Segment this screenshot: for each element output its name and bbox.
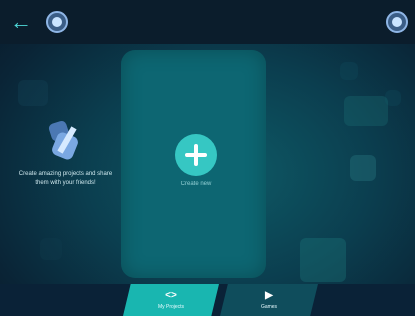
bg-tile [40,238,62,260]
play-icon: ▶ [265,289,273,301]
add-project-label: Create new [180,181,212,187]
promo-text: Create amazing projects and share them w… [18,171,113,186]
bg-tile [340,62,358,80]
add-project-plus-icon[interactable] [175,134,217,176]
bg-tile [344,96,388,126]
code-icon: <> [165,289,177,301]
tab-label: Games [260,303,278,310]
tab-my-projects[interactable]: <> My Projects [123,284,219,316]
profile-avatar-icon[interactable] [386,11,408,33]
bg-tile [350,155,376,181]
tab-label: My Projects [157,303,185,310]
back-arrow-icon[interactable]: ← [10,11,32,33]
user-avatar-icon[interactable] [46,11,68,33]
bg-tile [18,80,48,106]
robot-mascot-icon [44,119,82,162]
tab-games[interactable]: ▶ Games [220,284,318,316]
bg-tile [300,238,346,282]
